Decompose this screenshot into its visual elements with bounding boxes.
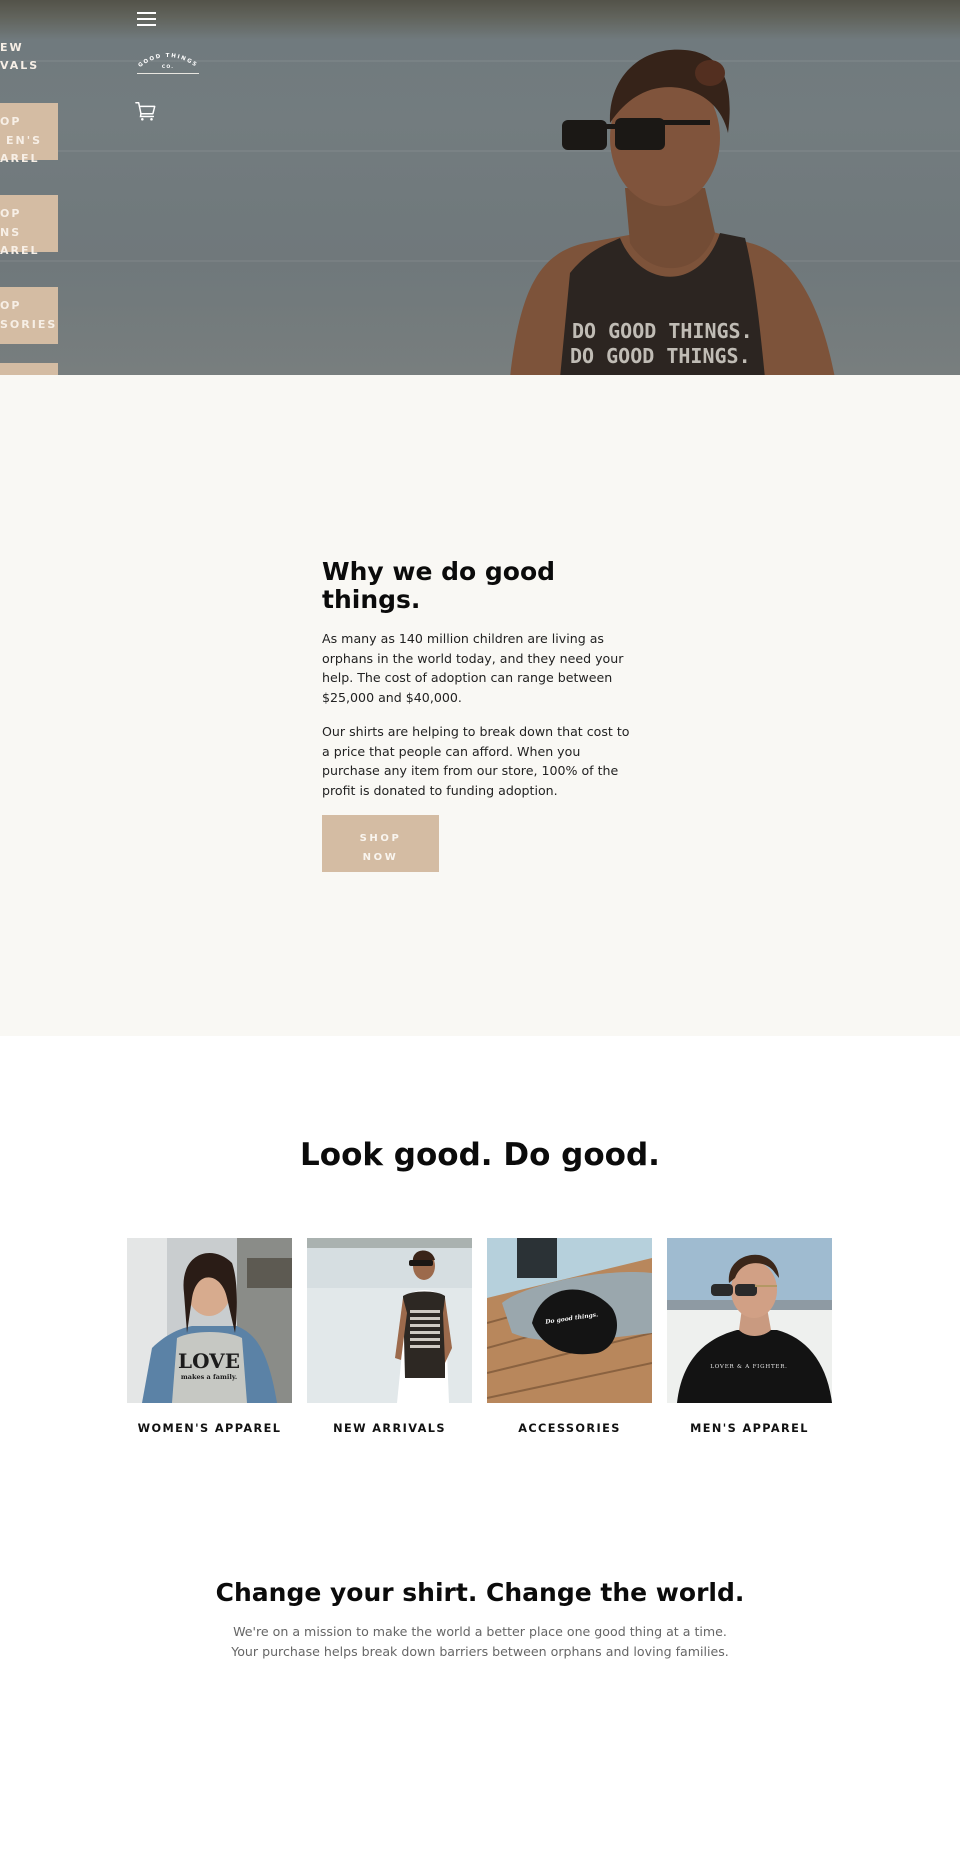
side-nav-label: AREL [0,244,40,257]
collection-image-mens-apparel: LOVER & A FIGHTER. [667,1238,832,1403]
hamburger-menu-icon[interactable] [137,12,156,26]
shop-now-label-line2: NOW [362,852,399,863]
side-nav-label: OP [0,115,22,128]
collection-label: ACCESSORIES [518,1422,621,1435]
shop-now-label-line1: SHOP [359,833,402,844]
side-nav-shop-accessories[interactable]: OP SORIES [0,287,58,344]
collection-new-arrivals[interactable]: NEW ARRIVALS [307,1238,472,1435]
why-section: Why we do good things. As many as 140 mi… [0,375,960,1036]
side-nav-label: OP [0,299,22,312]
mens-shirt-text: LOVER & A FIGHTER. [710,1364,787,1370]
collection-womens-apparel[interactable]: LOVE makes a family. WOMEN'S APPAREL [127,1238,292,1435]
collection-accessories[interactable]: Do good things. ACCESSORIES [486,1238,653,1435]
side-nav-label: EN'S [6,134,43,147]
side-nav-label: AREL [0,152,40,165]
hero-banner: DO GOOD THINGS. DO GOOD THINGS. EW VALS … [0,0,960,375]
collection-label: MEN'S APPAREL [690,1422,809,1435]
side-nav-new-arrivals[interactable]: EW VALS [0,38,58,78]
collection-label: WOMEN'S APPAREL [137,1422,282,1435]
side-nav-label: NS [0,226,22,239]
logo-text-bottom: CO. [162,64,174,70]
side-nav-label: EW [0,41,24,54]
collection-image-new-arrivals [307,1238,472,1403]
collections-title: Look good. Do good. [300,1137,660,1173]
side-nav-label: SORIES [0,318,58,331]
side-nav-label: OP [0,207,22,220]
side-nav-cropped-item [0,363,58,375]
logo-underline [137,73,199,74]
womens-shirt-subtext: makes a family. [181,1373,237,1381]
side-nav-label: VALS [0,59,40,72]
why-paragraph-2: Our shirts are helping to break down tha… [322,724,630,798]
collection-image-accessories: Do good things. [486,1238,653,1403]
mission-title: Change your shirt. Change the world. [215,1578,745,1607]
collection-mens-apparel[interactable]: LOVER & A FIGHTER. MEN'S APPAREL [667,1238,832,1435]
side-nav-shop-womens-apparel[interactable]: OP EN'S AREL [0,103,58,165]
shopping-cart-icon[interactable] [135,100,157,122]
why-title: Why we do good things. [322,557,556,614]
why-paragraph-1: As many as 140 million children are livi… [322,631,624,705]
shop-now-button[interactable]: SHOP NOW [322,815,439,872]
mission-text: We're on a mission to make the world a b… [231,1624,729,1659]
why-content: Why we do good things. As many as 140 mi… [322,558,640,872]
collection-image-womens-apparel: LOVE makes a family. [127,1238,292,1403]
side-nav-shop-mens-apparel[interactable]: OP NS AREL [0,195,58,257]
collection-label: NEW ARRIVALS [333,1422,446,1435]
womens-shirt-text: LOVE [178,1349,240,1373]
